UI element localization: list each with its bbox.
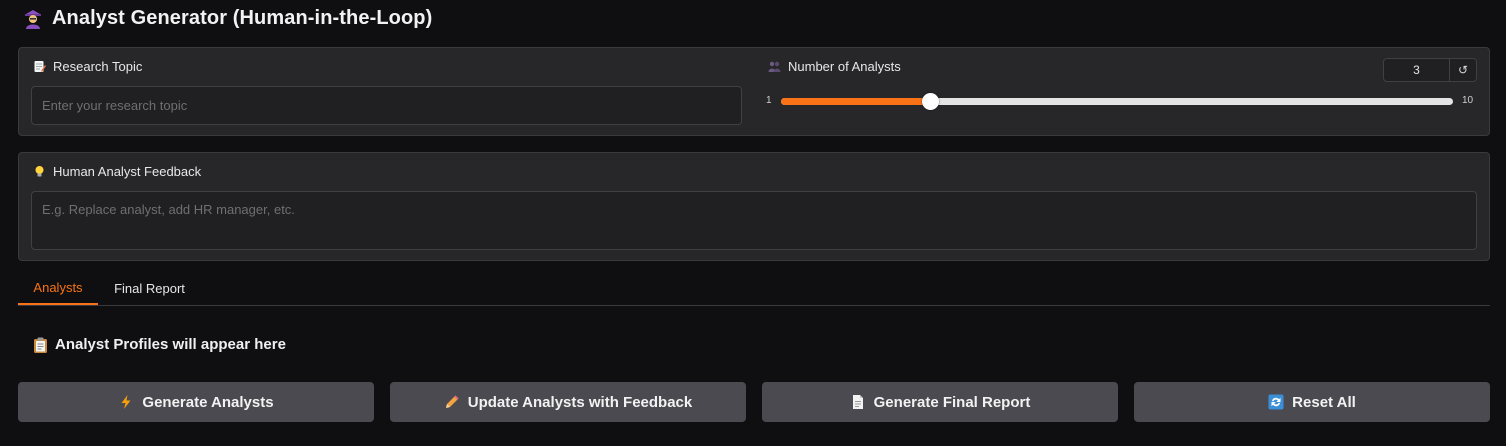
generate-final-report-button[interactable]: Generate Final Report [762, 382, 1118, 422]
analyst-count-input[interactable]: 3 [1384, 59, 1450, 81]
memo-icon [33, 60, 46, 73]
analyst-profiles-heading: Analyst Profiles will appear here [33, 336, 286, 353]
tab-final-report[interactable]: Final Report [102, 272, 197, 304]
research-topic-label-text: Research Topic [53, 59, 143, 74]
tab-bar: Analysts Final Report [18, 272, 1490, 306]
generate-final-report-label: Generate Final Report [873, 393, 1031, 411]
update-analysts-label: Update Analysts with Feedback [467, 393, 693, 411]
analyst-profiles-heading-text: Analyst Profiles will appear here [55, 336, 286, 353]
research-topic-label: Research Topic [33, 59, 142, 74]
analyst-count-slider[interactable] [781, 93, 1453, 110]
generate-analysts-label: Generate Analysts [142, 393, 274, 411]
analyst-count-number-box: 3 ↺ [1383, 58, 1477, 82]
research-topic-input[interactable] [31, 86, 742, 125]
slider-max-label: 10 [1462, 95, 1474, 106]
reset-slider-button[interactable]: ↺ [1450, 59, 1476, 81]
generate-analysts-button[interactable]: Generate Analysts [18, 382, 374, 422]
slider-fill [781, 98, 930, 105]
feedback-label: Human Analyst Feedback [33, 164, 201, 179]
feedback-label-text: Human Analyst Feedback [53, 164, 202, 179]
document-icon [852, 395, 863, 409]
feedback-textarea[interactable] [31, 191, 1477, 250]
people-icon [768, 60, 781, 73]
slider-min-label: 1 [766, 95, 772, 106]
update-analysts-button[interactable]: Update Analysts with Feedback [390, 382, 746, 422]
number-of-analysts-label: Number of Analysts [768, 59, 901, 74]
refresh-icon [1268, 394, 1284, 410]
lightbulb-icon [33, 165, 46, 178]
app-header: Analyst Generator (Human-in-the-Loop) [22, 4, 432, 32]
pencil-icon [445, 395, 459, 408]
lightning-icon [121, 395, 131, 409]
reset-all-label: Reset All [1292, 393, 1356, 411]
number-of-analysts-label-text: Number of Analysts [788, 59, 901, 74]
reset-all-button[interactable]: Reset All [1134, 382, 1490, 422]
page-title: Analyst Generator (Human-in-the-Loop) [52, 6, 433, 29]
slider-thumb[interactable] [922, 93, 939, 110]
detective-icon [22, 7, 44, 29]
tab-analysts[interactable]: Analysts [18, 272, 98, 305]
clipboard-icon [33, 337, 48, 353]
